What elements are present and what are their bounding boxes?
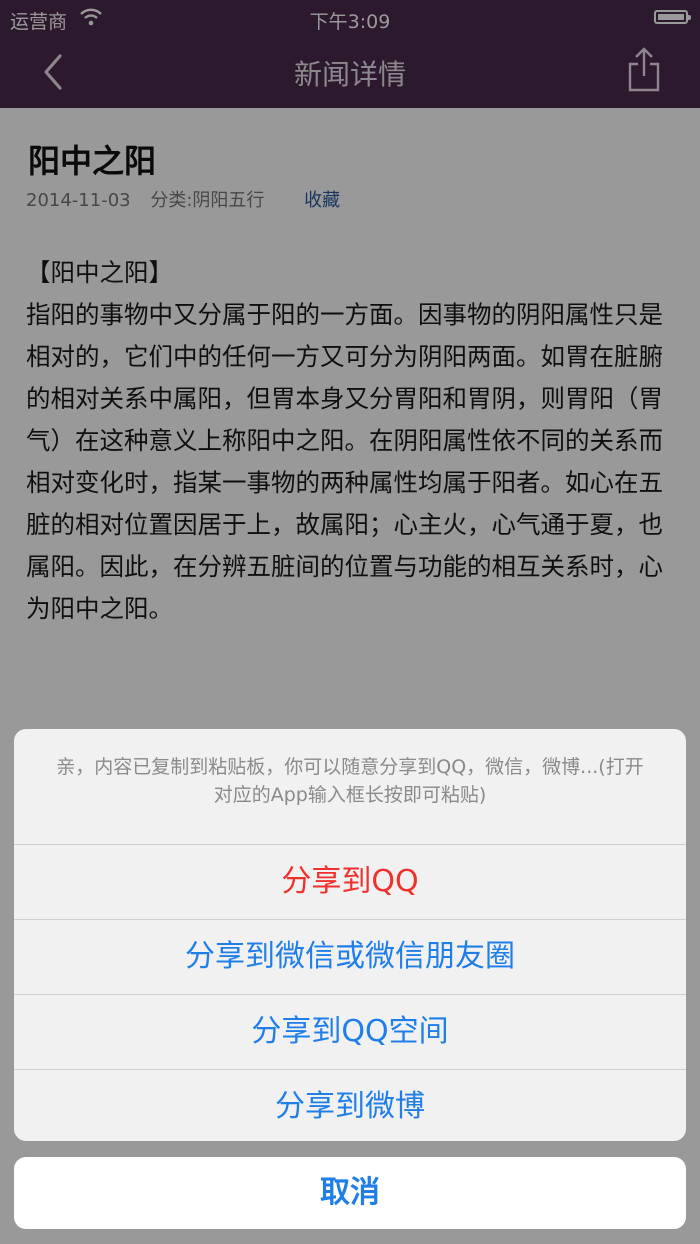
share-qzone-button[interactable]: 分享到QQ空间 <box>14 995 686 1070</box>
share-weibo-button[interactable]: 分享到微博 <box>14 1070 686 1141</box>
action-sheet-message: 亲，内容已复制到粘贴板，你可以随意分享到QQ，微信，微博...(打开对应的App… <box>14 729 686 845</box>
action-sheet: 亲，内容已复制到粘贴板，你可以随意分享到QQ，微信，微博...(打开对应的App… <box>14 729 686 1141</box>
share-qq-button[interactable]: 分享到QQ <box>14 845 686 920</box>
cancel-button[interactable]: 取消 <box>14 1157 686 1229</box>
share-wechat-button[interactable]: 分享到微信或微信朋友圈 <box>14 920 686 995</box>
